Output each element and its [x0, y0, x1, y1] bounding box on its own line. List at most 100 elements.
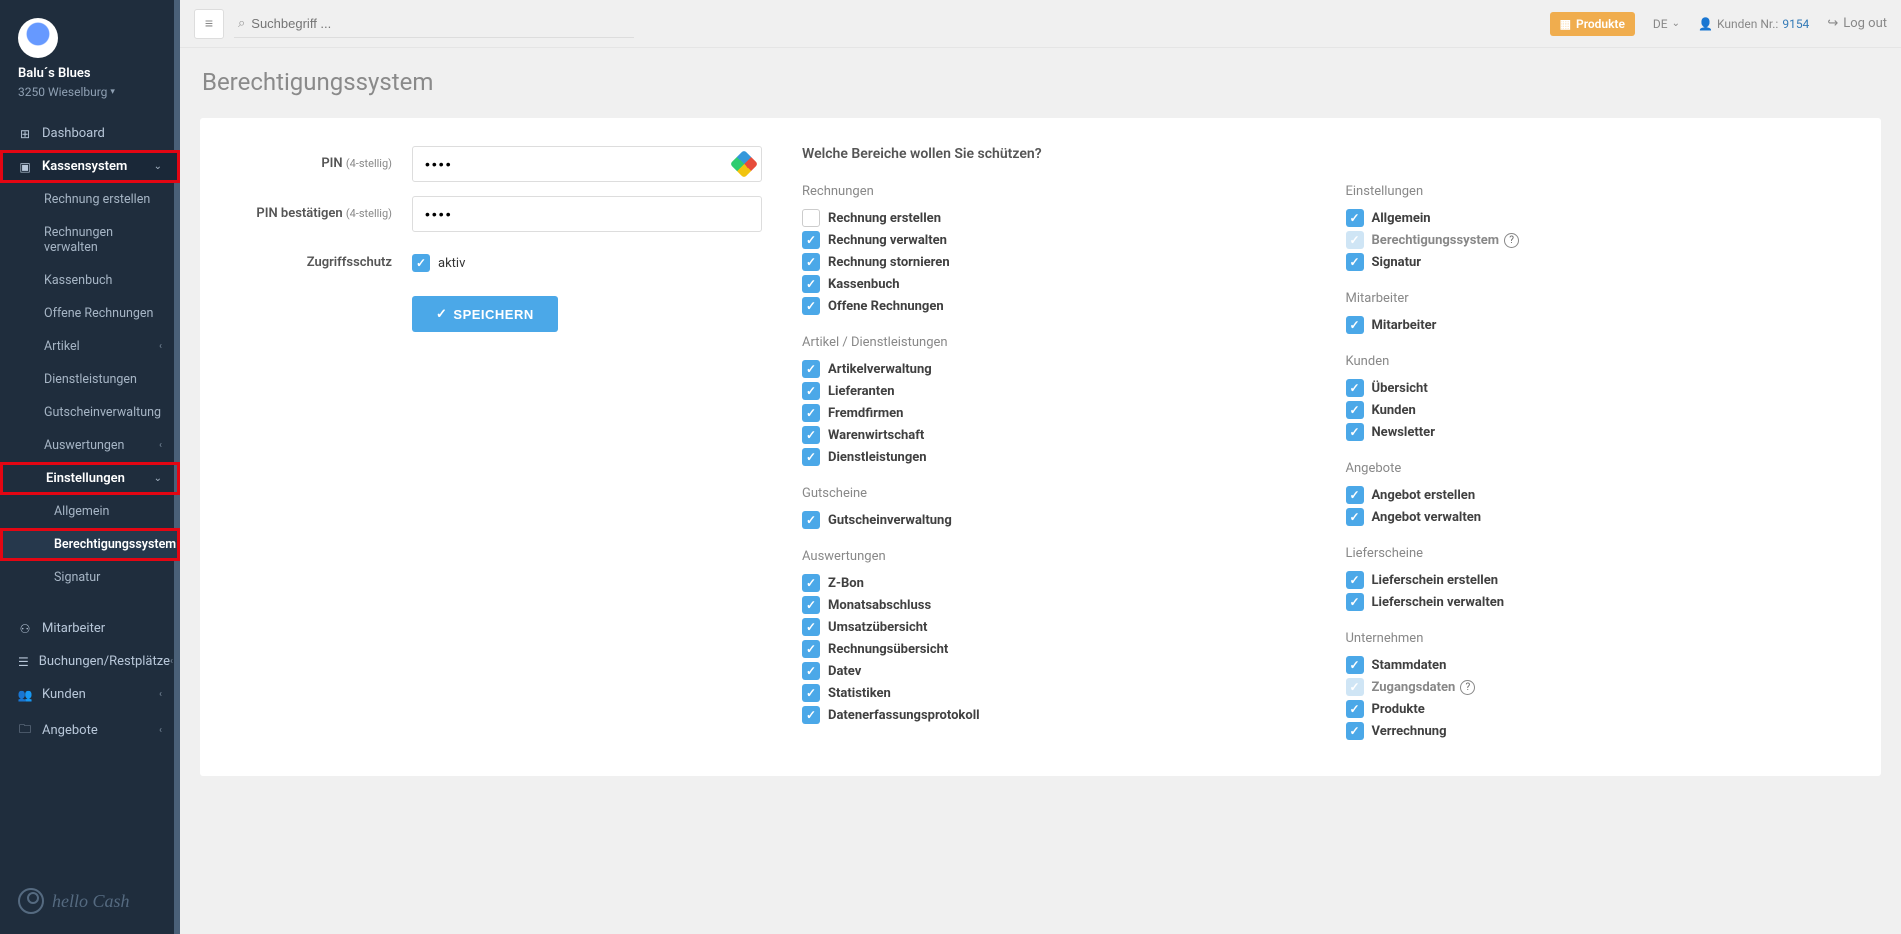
aktiv-checkbox[interactable] [412, 254, 430, 272]
checkbox[interactable] [802, 574, 820, 592]
checkbox[interactable] [802, 382, 820, 400]
check-row: Warenwirtschaft [802, 426, 1306, 444]
checkbox[interactable] [1346, 722, 1364, 740]
check-row: Statistiken [802, 684, 1306, 702]
checkbox[interactable] [1346, 486, 1364, 504]
nav-kassensystem[interactable]: ▣ Kassensystem ⌄ [0, 150, 180, 183]
checkbox[interactable] [1346, 423, 1364, 441]
help-icon[interactable]: ? [1504, 233, 1519, 248]
checkbox[interactable] [802, 640, 820, 658]
nav-angebote[interactable]: 🗀 Angebote ‹ [0, 711, 180, 750]
help-icon[interactable]: ? [1460, 680, 1475, 695]
protect-area: Welche Bereiche wollen Sie schützen? Rec… [802, 146, 1849, 744]
profile-name: Balu´s Blues [18, 66, 162, 81]
nav-dashboard[interactable]: ⊞ Dashboard [0, 117, 180, 150]
checkbox[interactable] [1346, 508, 1364, 526]
language-selector[interactable]: DE ⌄ [1653, 17, 1680, 31]
logo-text: hello Cash [52, 891, 130, 912]
checkbox[interactable] [1346, 209, 1364, 227]
page-title: Berechtigungssystem [200, 68, 1881, 96]
chevron-left-icon: ‹ [159, 689, 162, 700]
form-column: PIN (4-stellig) PIN bestätigen (4-stelli… [232, 146, 762, 744]
checkbox[interactable] [1346, 401, 1364, 419]
checkbox[interactable] [1346, 316, 1364, 334]
profile-location[interactable]: 3250 Wieselburg▾ [18, 85, 162, 99]
check-row: Fremdfirmen [802, 404, 1306, 422]
chevron-down-icon: ▾ [110, 87, 115, 97]
check-row: Rechnung stornieren [802, 253, 1306, 271]
checkbox[interactable] [802, 706, 820, 724]
checkbox [1346, 231, 1364, 249]
search[interactable]: ⌕ [234, 10, 634, 38]
checkbox[interactable] [802, 297, 820, 315]
check-icon: ✓ [436, 306, 447, 322]
check-label: Lieferschein erstellen [1372, 573, 1499, 588]
nav-sub-gutscheinverwaltung[interactable]: Gutscheinverwaltung [0, 396, 180, 429]
checkbox[interactable] [802, 448, 820, 466]
nav-settings-allgemein[interactable]: Allgemein [0, 495, 180, 528]
chevron-down-icon: ⌄ [154, 161, 162, 172]
nav-einstellungen[interactable]: Einstellungen ⌄ [0, 462, 180, 495]
nav: ⊞ Dashboard ▣ Kassensystem ⌄ Rechnung er… [0, 117, 180, 750]
pin-confirm-input[interactable] [412, 196, 762, 232]
nav-kunden[interactable]: 👥 Kunden ‹ [0, 678, 180, 711]
checkbox[interactable] [802, 404, 820, 422]
check-row: Lieferanten [802, 382, 1306, 400]
pin-input[interactable] [412, 146, 762, 182]
checkbox[interactable] [802, 426, 820, 444]
save-button[interactable]: ✓ SPEICHERN [412, 296, 558, 332]
checkbox[interactable] [1346, 379, 1364, 397]
logout-icon: ↪ [1827, 16, 1838, 31]
nav-sub-artikel[interactable]: Artikel‹ [0, 330, 180, 363]
check-row: Verrechnung [1346, 722, 1850, 740]
form-row-access: Zugriffsschutz aktiv [232, 254, 762, 272]
checkbox[interactable] [802, 511, 820, 529]
checkbox[interactable] [1346, 593, 1364, 611]
check-label: Rechnung verwalten [828, 233, 947, 248]
check-label: Datev [828, 664, 861, 679]
checkbox[interactable] [802, 618, 820, 636]
nav-settings-berechtigungssystem[interactable]: Berechtigungssystem [0, 528, 180, 561]
nav-settings-signatur[interactable]: Signatur [0, 561, 180, 594]
checkbox[interactable] [802, 275, 820, 293]
avatar[interactable] [18, 18, 58, 58]
checkbox[interactable] [802, 684, 820, 702]
nav-sub-rechnung-erstellen[interactable]: Rechnung erstellen [0, 183, 180, 216]
check-row: Mitarbeiter [1346, 316, 1850, 334]
nav-mitarbeiter[interactable]: ⚇ Mitarbeiter [0, 612, 180, 645]
checkbox[interactable] [802, 360, 820, 378]
check-row: Angebot erstellen [1346, 486, 1850, 504]
checkbox[interactable] [802, 253, 820, 271]
logout-button[interactable]: ↪ Log out [1827, 16, 1887, 31]
topbar-right: ▦ Produkte DE ⌄ 👤 Kunden Nr.: 9154 ↪ Log… [1550, 12, 1887, 36]
user-icon: 👤 [1698, 17, 1713, 31]
checkbox[interactable] [802, 209, 820, 227]
check-label: Warenwirtschaft [828, 428, 924, 443]
checkbox[interactable] [802, 662, 820, 680]
checkbox[interactable] [1346, 253, 1364, 271]
checkbox[interactable] [1346, 571, 1364, 589]
check-label: Verrechnung [1372, 724, 1447, 739]
search-input[interactable] [251, 16, 630, 31]
checkbox[interactable] [1346, 656, 1364, 674]
group-title: Lieferscheine [1346, 546, 1850, 561]
check-row: Lieferschein verwalten [1346, 593, 1850, 611]
nav-sub-dienstleistungen[interactable]: Dienstleistungen [0, 363, 180, 396]
access-label: Zugriffsschutz [232, 255, 412, 272]
check-label: Lieferschein verwalten [1372, 595, 1505, 610]
check-label: Kassenbuch [828, 277, 900, 292]
produkte-button[interactable]: ▦ Produkte [1550, 12, 1635, 36]
nav-sub-kassenbuch[interactable]: Kassenbuch [0, 264, 180, 297]
checkbox[interactable] [1346, 700, 1364, 718]
nav-sub-auswertungen[interactable]: Auswertungen‹ [0, 429, 180, 462]
customer-number: 👤 Kunden Nr.: 9154 [1698, 17, 1809, 31]
check-row: Kunden [1346, 401, 1850, 419]
nav-sub-offene-rechnungen[interactable]: Offene Rechnungen [0, 297, 180, 330]
checkbox[interactable] [802, 231, 820, 249]
nav-buchungen[interactable]: ☰ Buchungen/Restplätze ‹ [0, 645, 180, 678]
nav-sub-rechnungen-verwalten[interactable]: Rechnungen verwalten [0, 216, 180, 264]
logo-mark-icon [18, 888, 44, 914]
hamburger-button[interactable]: ≡ [194, 9, 224, 39]
checkbox[interactable] [802, 596, 820, 614]
group-title: Einstellungen [1346, 184, 1850, 199]
